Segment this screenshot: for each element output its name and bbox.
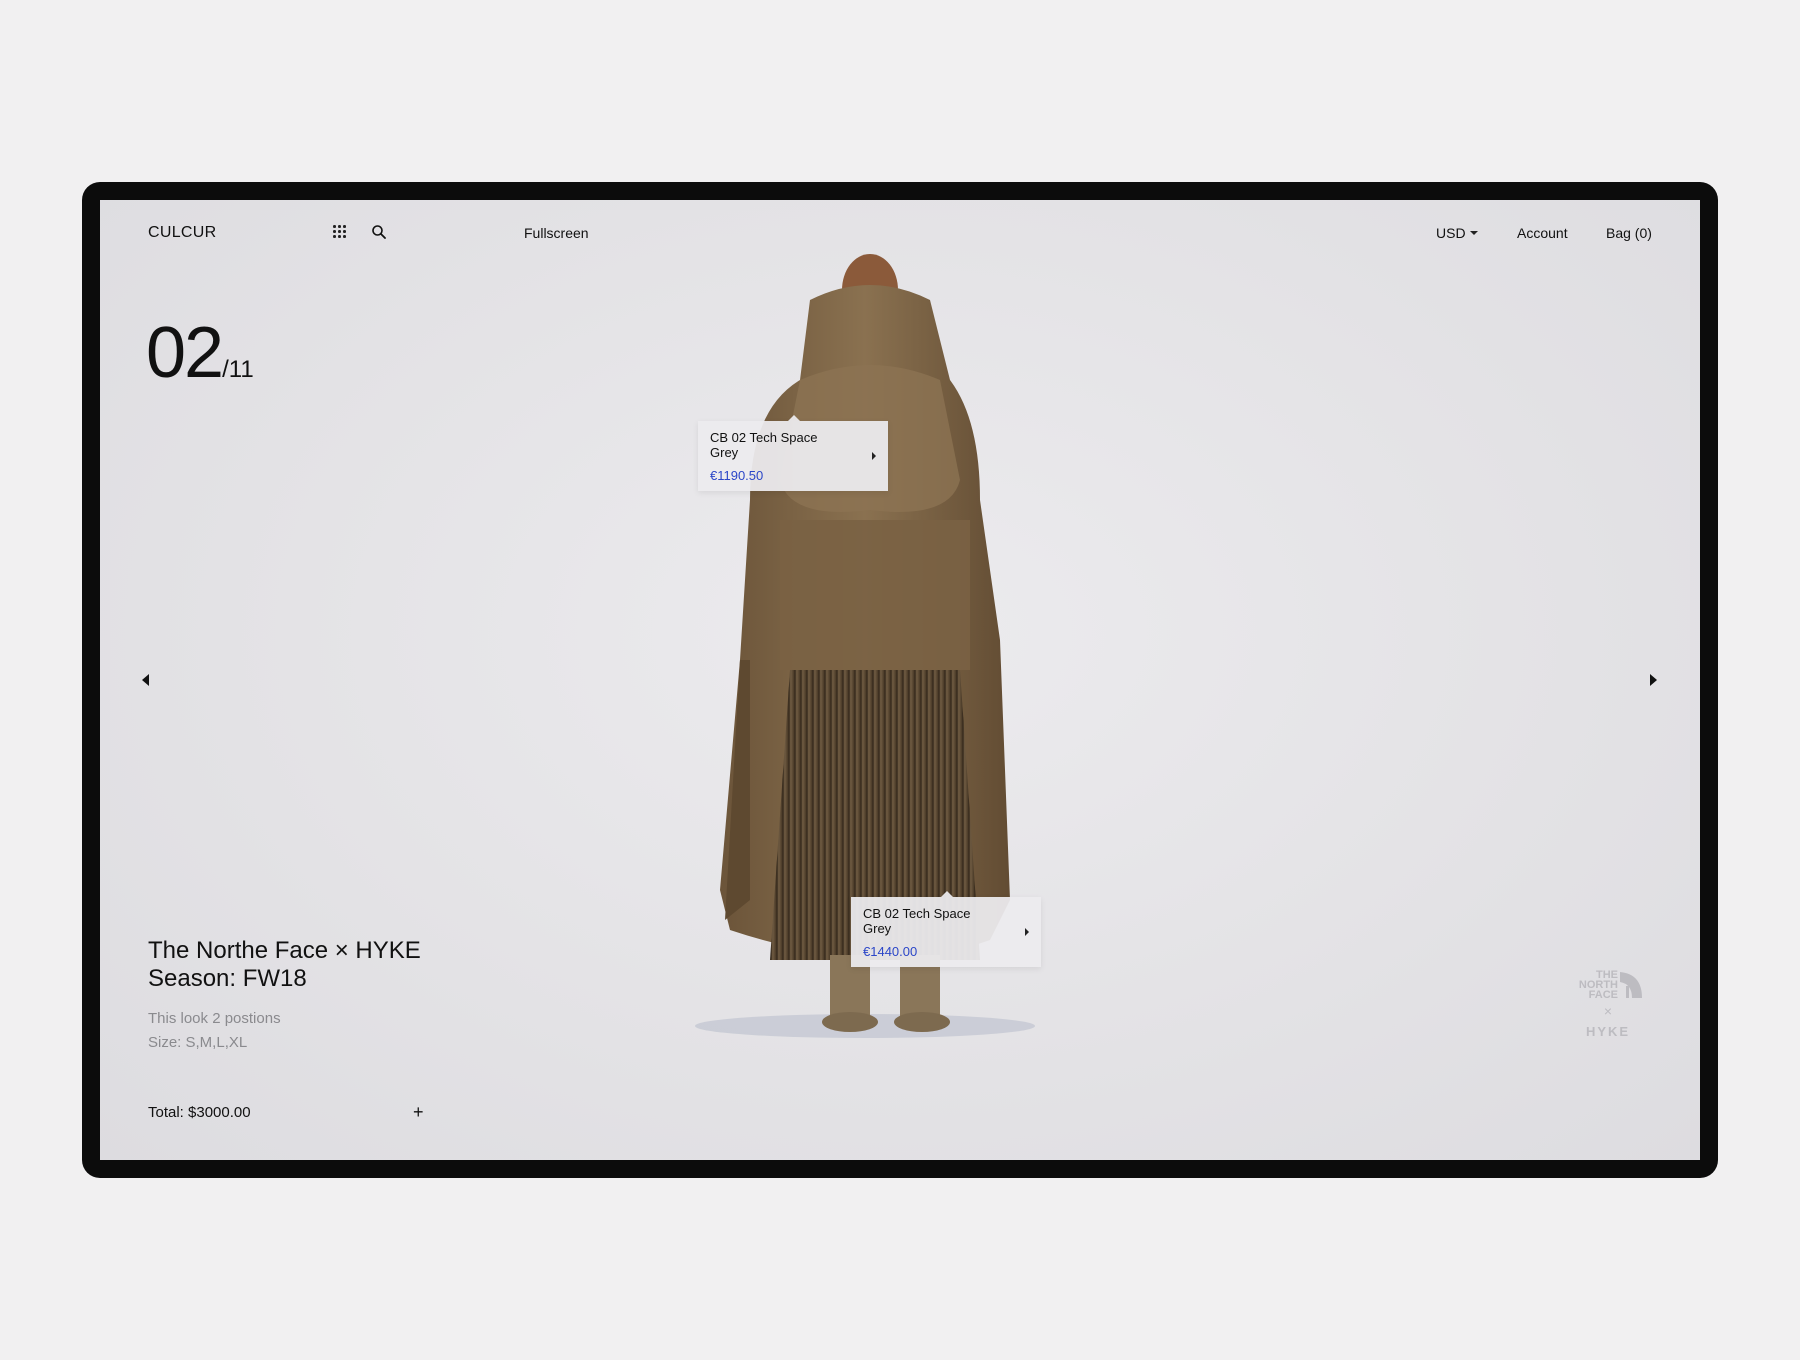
chevron-right-icon xyxy=(1025,928,1029,936)
look-positions: This look 2 postions xyxy=(148,1010,281,1027)
screen: CULCUR Fullscreen USD Account Bag (0) 02… xyxy=(100,200,1700,1160)
fullscreen-button[interactable]: Fullscreen xyxy=(524,225,589,241)
search-icon[interactable] xyxy=(371,224,387,240)
product-tag-2[interactable]: CB 02 Tech Space Grey €1440.00 xyxy=(851,891,1041,967)
look-total: Total: $3000.00 xyxy=(148,1104,251,1121)
look-sizes: Size: S,M,L,XL xyxy=(148,1034,248,1051)
svg-text:×: × xyxy=(1604,1003,1612,1019)
bag-link[interactable]: Bag (0) xyxy=(1606,225,1652,241)
look-title-line-2: Season: FW18 xyxy=(148,965,307,992)
product-tag-1[interactable]: CB 02 Tech Space Grey €1190.50 xyxy=(698,415,888,491)
account-link[interactable]: Account xyxy=(1517,225,1568,241)
product-tag-price: €1440.00 xyxy=(863,944,918,959)
look-title: The Northe Face × HYKE Season: FW18 xyxy=(148,937,468,993)
svg-text:HYKE: HYKE xyxy=(1586,1024,1630,1039)
chevron-right-icon[interactable] xyxy=(1650,674,1657,686)
product-tag-price: €1190.50 xyxy=(710,468,764,483)
look-title-line-1: The Northe Face × HYKE xyxy=(148,937,421,964)
brand-logo-text[interactable]: CULCUR xyxy=(148,224,216,242)
svg-text:FACE: FACE xyxy=(1589,989,1618,1001)
product-tag-name: CB 02 Tech Space Grey xyxy=(710,430,818,460)
currency-label: USD xyxy=(1436,225,1466,241)
chevron-left-icon[interactable] xyxy=(142,674,149,686)
the-north-face-hyke-logo: THE NORTH FACE × HYKE xyxy=(1579,969,1642,1039)
slide-counter: 02/11 xyxy=(146,312,254,394)
device-frame: CULCUR Fullscreen USD Account Bag (0) 02… xyxy=(82,182,1718,1178)
product-tag-name: CB 02 Tech Space Grey xyxy=(863,906,971,936)
look-details: This look 2 postions Size: S,M,L,XL xyxy=(148,1007,468,1055)
slide-total: /11 xyxy=(222,356,254,383)
slide-current: 02 xyxy=(146,313,224,393)
caret-down-icon xyxy=(1469,231,1478,235)
chevron-right-icon xyxy=(872,452,876,460)
currency-selector[interactable]: USD xyxy=(1436,225,1478,241)
look-info: The Northe Face × HYKE Season: FW18 This… xyxy=(148,937,468,1055)
grid-icon[interactable] xyxy=(333,225,347,239)
plus-icon[interactable]: + xyxy=(413,1103,424,1121)
